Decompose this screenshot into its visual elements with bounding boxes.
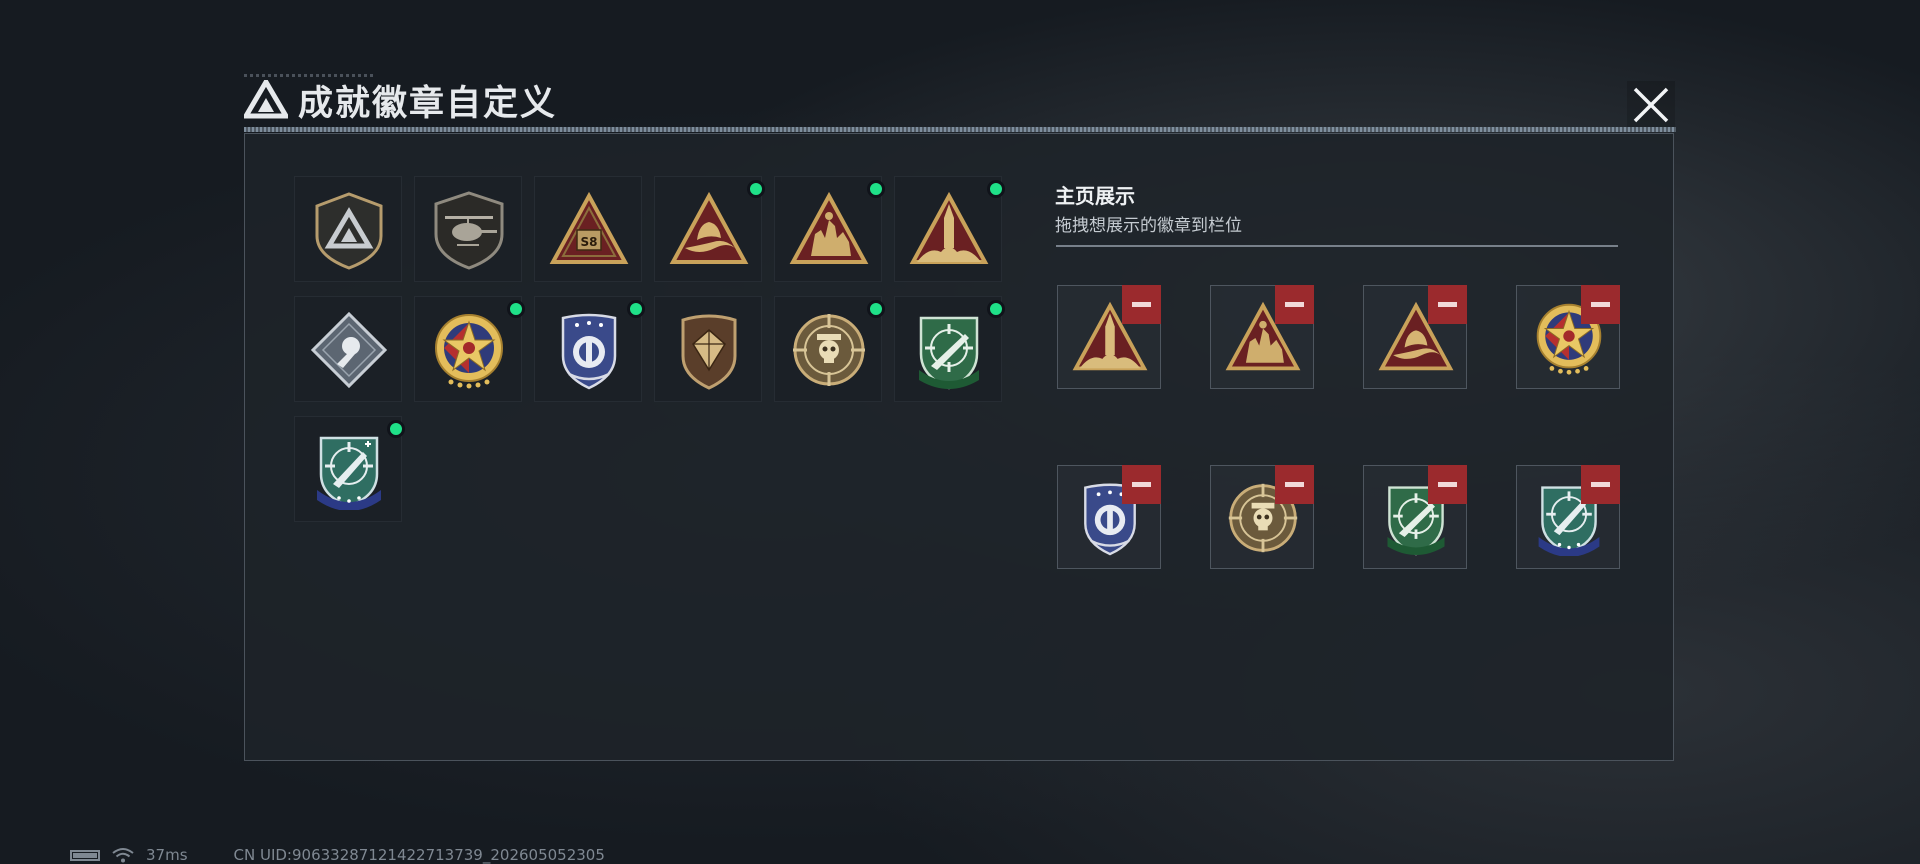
blue-knife-shield-badge-icon (309, 430, 389, 510)
inventory-badge-slot[interactable] (534, 176, 642, 282)
close-icon[interactable] (1626, 80, 1676, 130)
inventory-badge-slot[interactable] (654, 176, 765, 282)
inventory-badge-slot[interactable] (294, 416, 405, 522)
inventory-badge-slot[interactable] (894, 296, 1005, 402)
display-section-title: 主页展示 (1055, 184, 1135, 208)
soldiers-triangle-badge-icon (789, 190, 869, 270)
helicopter-badge-icon (429, 190, 509, 270)
star-medal-badge-icon (429, 310, 509, 390)
display-section-subtitle: 拖拽想展示的徽章到栏位 (1055, 216, 1242, 236)
new-indicator-dot (867, 180, 885, 198)
new-indicator-dot (747, 180, 765, 198)
remove-badge-button[interactable] (1122, 285, 1161, 324)
game-logo-icon (244, 80, 288, 119)
s8-triangle-badge-icon (549, 190, 629, 270)
green-rifle-shield-badge-icon (909, 310, 989, 390)
inventory-badge-slot[interactable] (774, 296, 885, 402)
gem-shield-badge-icon (669, 310, 749, 390)
display-badge-slot[interactable] (1363, 285, 1467, 389)
new-indicator-dot (387, 420, 405, 438)
rocket-triangle-badge-icon (909, 190, 989, 270)
inventory-badge-slot[interactable] (894, 176, 1005, 282)
remove-badge-button[interactable] (1428, 465, 1467, 504)
new-indicator-dot (867, 300, 885, 318)
hand-triangle-badge-icon (669, 190, 749, 270)
display-badge-slot[interactable] (1057, 285, 1161, 389)
inventory-badge-slot[interactable] (414, 176, 522, 282)
remove-badge-button[interactable] (1275, 285, 1314, 324)
inventory-badge-slot[interactable] (654, 296, 762, 402)
skull-crosshair-badge-icon (789, 310, 869, 390)
inventory-badge-slot[interactable] (294, 176, 402, 282)
battery-icon (70, 849, 100, 861)
inventory-badge-slot[interactable] (414, 296, 525, 402)
display-badge-slot[interactable] (1210, 465, 1314, 569)
new-indicator-dot (627, 300, 645, 318)
display-badge-slot[interactable] (1057, 465, 1161, 569)
display-badge-slot[interactable] (1210, 285, 1314, 389)
ping-value: 37ms (146, 846, 188, 864)
title-bar: 成就徽章自定义 (244, 78, 557, 124)
new-indicator-dot (507, 300, 525, 318)
remove-badge-button[interactable] (1275, 465, 1314, 504)
display-badge-slot[interactable] (1516, 465, 1620, 569)
remove-badge-button[interactable] (1122, 465, 1161, 504)
police-shield-badge-icon (549, 310, 629, 390)
status-bar: 37ms CN UID:9063328712142271373​9_202605… (70, 846, 605, 864)
inventory-badge-slot[interactable] (294, 296, 402, 402)
header-divider (244, 127, 1676, 132)
remove-badge-button[interactable] (1581, 285, 1620, 324)
remove-badge-button[interactable] (1581, 465, 1620, 504)
wifi-icon (112, 848, 134, 863)
remove-badge-button[interactable] (1428, 285, 1467, 324)
display-badge-slot[interactable] (1516, 285, 1620, 389)
new-indicator-dot (987, 180, 1005, 198)
inventory-badge-slot[interactable] (534, 296, 645, 402)
page-title: 成就徽章自定义 (298, 83, 558, 124)
user-uid: CN UID:9063328712142271373​9_20260505230… (233, 846, 605, 864)
display-badge-slot[interactable] (1363, 465, 1467, 569)
display-section-divider (1056, 245, 1618, 247)
shield-mountain-badge-icon (309, 190, 389, 270)
inventory-badge-slot[interactable] (774, 176, 885, 282)
new-indicator-dot (987, 300, 1005, 318)
rose-diamond-badge-icon (309, 310, 389, 390)
